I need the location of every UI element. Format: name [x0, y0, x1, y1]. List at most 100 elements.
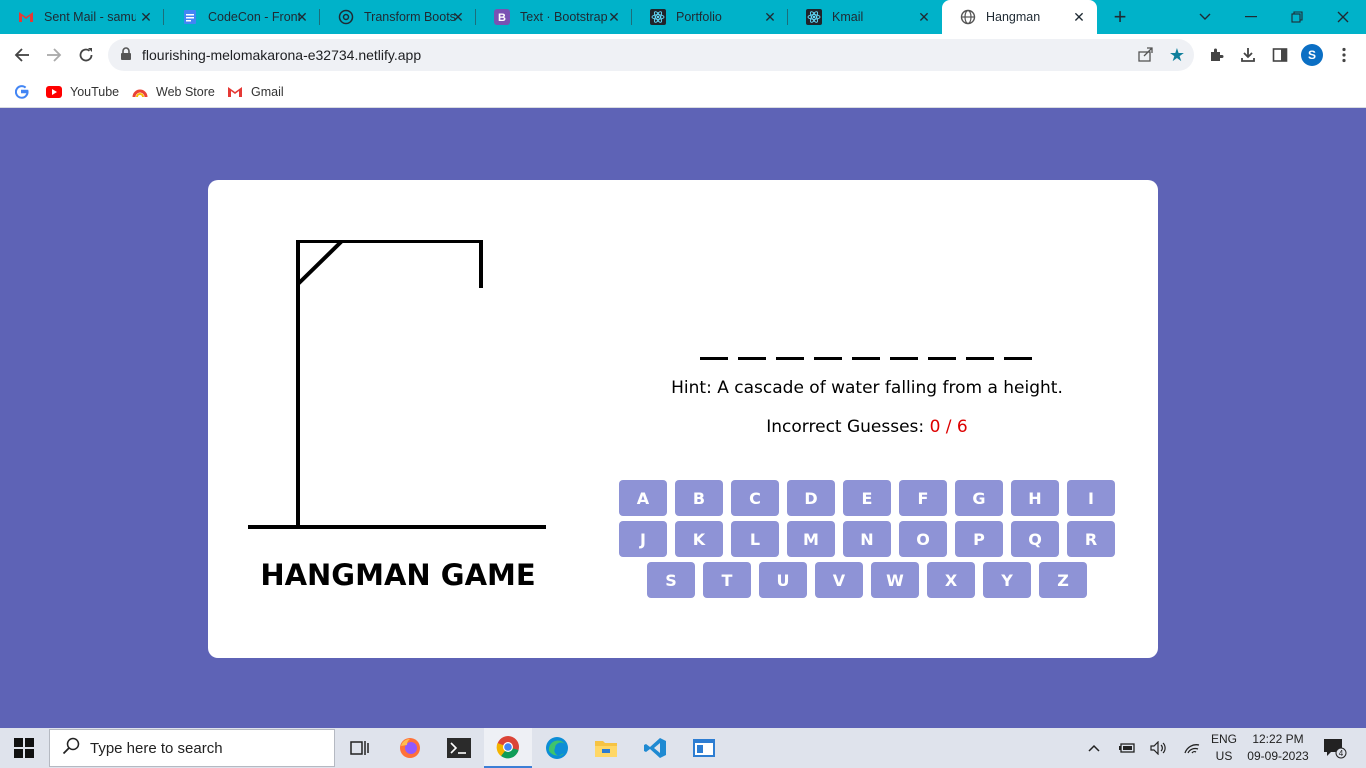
close-icon[interactable]: ✕ [1071, 9, 1087, 25]
restore-button[interactable] [1274, 0, 1320, 34]
letter-keyboard: ABCDEFGHI JKLMNOPQR STUVWXYZ [618, 480, 1116, 598]
letter-key-h[interactable]: H [1011, 480, 1059, 516]
letter-key-k[interactable]: K [675, 521, 723, 557]
taskbar-search[interactable] [49, 729, 335, 767]
letter-key-p[interactable]: P [955, 521, 1003, 557]
search-input[interactable] [90, 739, 320, 757]
gmail-icon [18, 9, 34, 25]
letter-key-c[interactable]: C [731, 480, 779, 516]
hint-label: Hint: [671, 378, 712, 398]
letter-key-n[interactable]: N [843, 521, 891, 557]
bookmark-label: YouTube [70, 85, 120, 99]
tab-portfolio[interactable]: Portfolio ✕ [632, 0, 788, 34]
close-icon[interactable]: ✕ [450, 9, 466, 25]
file-explorer-icon[interactable] [582, 728, 630, 768]
letter-key-l[interactable]: L [731, 521, 779, 557]
wifi-icon[interactable] [1180, 728, 1204, 768]
extensions-icon[interactable] [1206, 45, 1226, 65]
app-window-icon[interactable] [680, 728, 728, 768]
letter-key-z[interactable]: Z [1039, 562, 1087, 598]
close-window-button[interactable] [1320, 0, 1366, 34]
tab-search-icon[interactable] [1182, 0, 1228, 34]
letter-key-t[interactable]: T [703, 562, 751, 598]
letter-slot [776, 330, 804, 360]
letter-key-s[interactable]: S [647, 562, 695, 598]
taskbar-clock[interactable]: 12:22 PM 09-09-2023 [1246, 731, 1310, 765]
menu-icon[interactable] [1334, 45, 1354, 65]
game-title: HANGMAN GAME [260, 558, 536, 592]
reload-icon[interactable] [74, 43, 98, 67]
letter-key-o[interactable]: O [899, 521, 947, 557]
letter-key-r[interactable]: R [1067, 521, 1115, 557]
webstore-icon [132, 84, 148, 100]
gmail-icon [227, 84, 243, 100]
back-icon[interactable] [10, 43, 34, 67]
letter-key-f[interactable]: F [899, 480, 947, 516]
letter-key-a[interactable]: A [619, 480, 667, 516]
bookmark-youtube[interactable]: YouTube [46, 82, 119, 102]
letter-key-j[interactable]: J [619, 521, 667, 557]
letter-key-d[interactable]: D [787, 480, 835, 516]
letter-slot [738, 330, 766, 360]
letter-key-x[interactable]: X [927, 562, 975, 598]
gallows-drawing [248, 240, 546, 529]
tab-hangman[interactable]: Hangman ✕ [942, 0, 1097, 34]
tab-gmail[interactable]: Sent Mail - samu ✕ [0, 0, 164, 34]
terminal-icon[interactable] [435, 728, 483, 768]
close-icon[interactable]: ✕ [762, 9, 778, 25]
letter-key-m[interactable]: M [787, 521, 835, 557]
close-icon[interactable]: ✕ [606, 9, 622, 25]
language-indicator[interactable]: ENG US [1208, 731, 1240, 765]
address-bar[interactable]: flourishing-melomakarona-e32734.netlify.… [108, 39, 1194, 71]
close-icon[interactable]: ✕ [294, 9, 310, 25]
letter-key-w[interactable]: W [871, 562, 919, 598]
tab-kmail[interactable]: Kmail ✕ [788, 0, 942, 34]
bookmark-gmail[interactable]: Gmail [227, 82, 284, 102]
chrome-icon[interactable] [484, 728, 532, 768]
tab-transform[interactable]: Transform Boots ✕ [320, 0, 476, 34]
letter-key-u[interactable]: U [759, 562, 807, 598]
bookmark-google[interactable] [14, 82, 38, 102]
task-view-icon[interactable] [336, 728, 384, 768]
side-panel-icon[interactable] [1270, 45, 1290, 65]
download-icon[interactable] [1238, 45, 1258, 65]
bookmark-star-icon[interactable]: ★ [1169, 45, 1185, 66]
new-tab-button[interactable]: + [1108, 5, 1132, 29]
bookmark-webstore[interactable]: Web Store [132, 82, 215, 102]
react-icon [650, 9, 666, 25]
windows-start-icon[interactable] [14, 738, 34, 763]
letter-slot [1004, 330, 1032, 360]
tab-title: Kmail [832, 10, 864, 24]
letter-key-g[interactable]: G [955, 480, 1003, 516]
docs-icon [182, 9, 198, 25]
letter-key-e[interactable]: E [843, 480, 891, 516]
react-icon [806, 9, 822, 25]
letter-key-y[interactable]: Y [983, 562, 1031, 598]
edge-icon[interactable] [533, 728, 581, 768]
show-hidden-icons-icon[interactable] [1084, 728, 1104, 768]
tab-bootstrap[interactable]: B Text · Bootstrap v ✕ [476, 0, 632, 34]
forward-icon[interactable] [42, 43, 66, 67]
close-icon[interactable]: ✕ [138, 9, 154, 25]
notification-center-icon[interactable]: 4 [1322, 728, 1348, 768]
word-display [700, 330, 1032, 360]
lock-icon[interactable] [120, 47, 132, 66]
google-icon [14, 84, 30, 100]
share-icon[interactable] [1138, 46, 1154, 67]
letter-key-b[interactable]: B [675, 480, 723, 516]
region-code: US [1215, 749, 1233, 763]
firefox-icon[interactable] [386, 728, 434, 768]
volume-icon[interactable] [1148, 728, 1170, 768]
minimize-button[interactable] [1228, 0, 1274, 34]
letter-key-q[interactable]: Q [1011, 521, 1059, 557]
windows-taskbar: ENG US 12:22 PM 09-09-2023 4 [0, 728, 1366, 768]
letter-key-i[interactable]: I [1067, 480, 1115, 516]
url-text[interactable]: flourishing-melomakarona-e32734.netlify.… [142, 47, 421, 63]
letter-key-v[interactable]: V [815, 562, 863, 598]
profile-avatar[interactable]: S [1301, 44, 1323, 66]
tab-codecon[interactable]: CodeCon - Front ✕ [164, 0, 320, 34]
language-code: ENG [1210, 732, 1237, 746]
battery-icon[interactable] [1116, 728, 1138, 768]
close-icon[interactable]: ✕ [916, 9, 932, 25]
vscode-icon[interactable] [631, 728, 679, 768]
